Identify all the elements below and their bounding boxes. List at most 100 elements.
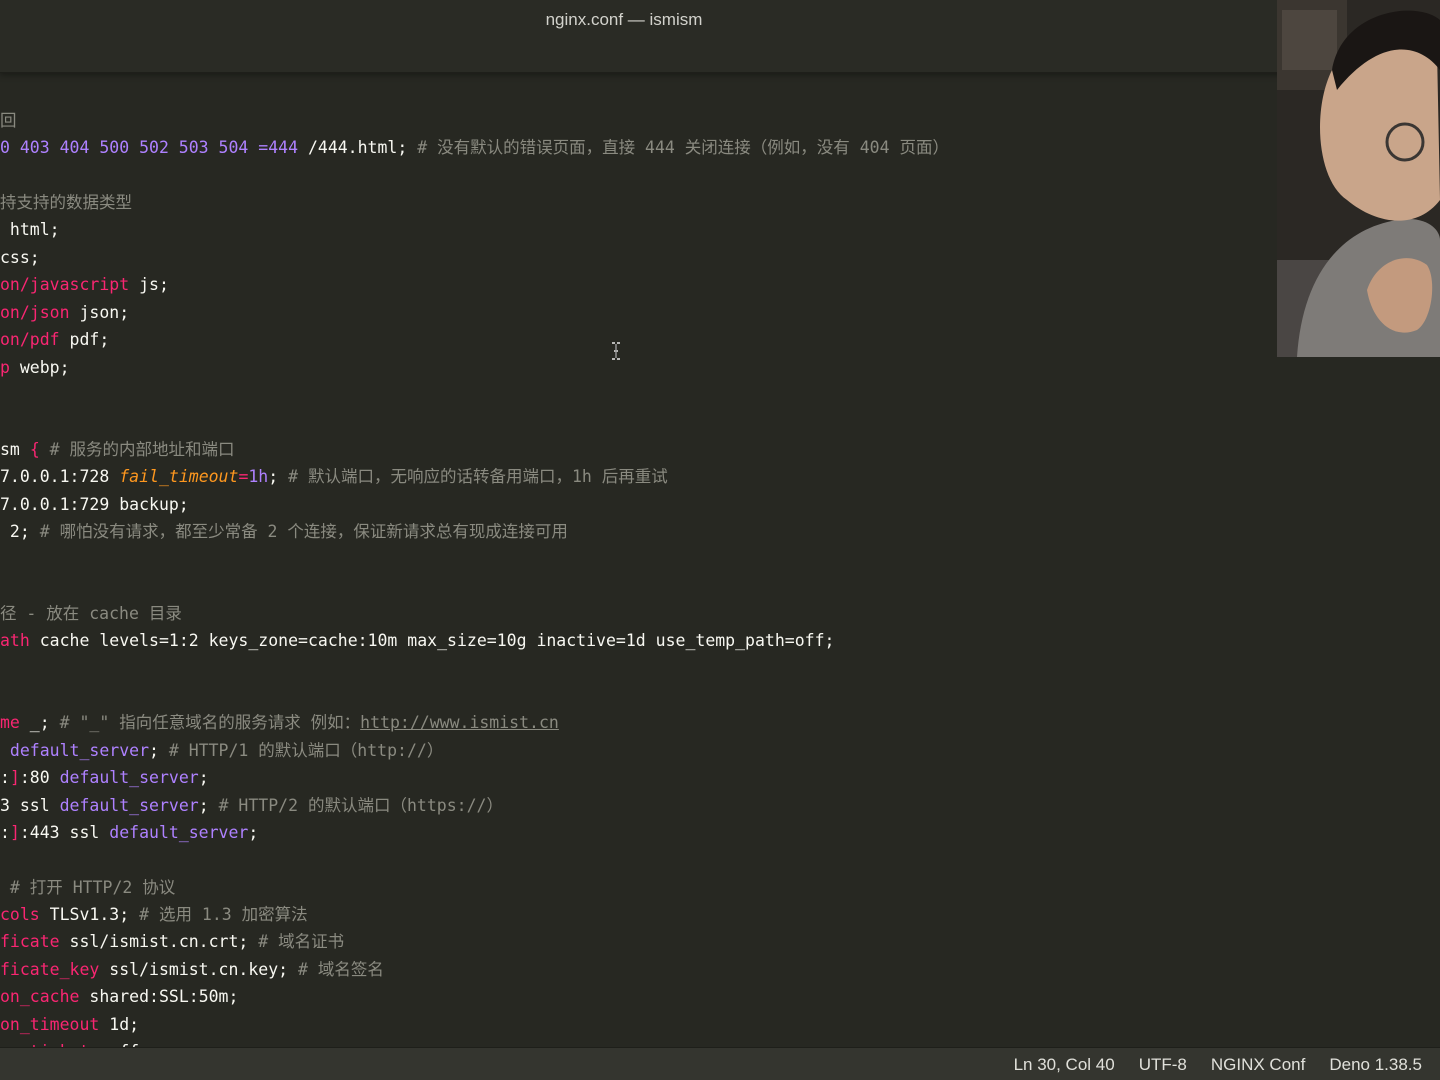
- code-token: 回: [0, 111, 17, 130]
- code-token: cols: [0, 905, 40, 924]
- code-line[interactable]: on_timeout 1d;: [0, 1011, 139, 1038]
- code-token: 2;: [0, 522, 40, 541]
- status-bar: Ln 30, Col 40 UTF-8 NGINX Conf Deno 1.38…: [0, 1047, 1440, 1080]
- file-encoding[interactable]: UTF-8: [1139, 1055, 1187, 1075]
- cursor-position[interactable]: Ln 30, Col 40: [1014, 1055, 1115, 1075]
- code-token: # 域名证书: [258, 932, 345, 951]
- code-line[interactable]: 回: [0, 107, 17, 134]
- code-line[interactable]: on/javascript js;: [0, 271, 169, 298]
- code-token: ath: [0, 631, 30, 650]
- code-line[interactable]: 3 ssl default_server; # HTTP/2 的默认端口（htt…: [0, 792, 503, 819]
- runtime-version[interactable]: Deno 1.38.5: [1329, 1055, 1422, 1075]
- code-token: # HTTP/2 的默认端口（https://）: [218, 796, 503, 815]
- code-token: p: [0, 358, 10, 377]
- code-line[interactable]: # 打开 HTTP/2 协议: [0, 874, 175, 901]
- code-token: 径 - 放在 cache 目录: [0, 604, 182, 623]
- code-token: ssl/ismist.cn.key;: [99, 960, 299, 979]
- code-token: # 哪怕没有请求，都至少常备 2 个连接，保证新请求总有现成连接可用: [39, 522, 568, 541]
- code-line[interactable]: me _; # "_" 指向任意域名的服务请求 例如：http://www.is…: [0, 709, 559, 736]
- code-line[interactable]: :]:80 default_server;: [0, 764, 209, 791]
- code-token: # HTTP/1 的默认端口（http://）: [168, 741, 444, 760]
- ibeam-cursor-icon: [611, 342, 621, 360]
- code-token: 1d;: [99, 1015, 140, 1034]
- code-token: webp;: [9, 358, 70, 377]
- code-line[interactable]: p webp;: [0, 354, 70, 381]
- code-token: 3 ssl: [0, 796, 60, 815]
- code-line[interactable]: on/json json;: [0, 299, 129, 326]
- code-token: ;: [268, 467, 289, 486]
- code-token: :80: [19, 768, 60, 787]
- code-token: default_server: [0, 741, 150, 760]
- code-token: ]: [9, 823, 20, 842]
- code-token: ficate_key: [0, 960, 100, 979]
- code-token: # 服务的内部地址和端口: [39, 440, 235, 459]
- code-token: # "_" 指向任意域名的服务请求 例如：: [59, 713, 361, 732]
- code-token: cache levels=1:2 keys_zone=cache:10m max…: [29, 631, 835, 650]
- code-editor[interactable]: 回 0 403 404 500 502 503 504 =444 /444.htm…: [0, 73, 1440, 1047]
- code-token: css;: [0, 248, 40, 267]
- code-token: # 没有默认的错误页面，直接 444 关闭连接（例如，没有 404 页面）: [417, 138, 949, 157]
- code-token: # 域名签名: [298, 960, 384, 979]
- code-token: me: [0, 713, 20, 732]
- code-token: fail_timeout: [119, 467, 239, 486]
- code-line[interactable]: css;: [0, 244, 40, 271]
- code-line[interactable]: sm { # 服务的内部地址和端口: [0, 436, 235, 463]
- code-token: :443 ssl: [19, 823, 110, 842]
- code-line[interactable]: on/pdf pdf;: [0, 326, 109, 353]
- code-token: 持支持的数据类型: [0, 193, 132, 212]
- code-line[interactable]: ath cache levels=1:2 keys_zone=cache:10m…: [0, 627, 834, 654]
- code-line[interactable]: 0 403 404 500 502 503 504 =444 /444.html…: [0, 134, 949, 161]
- code-token: on_cache: [0, 987, 80, 1006]
- code-line[interactable]: on_tickets off;: [0, 1038, 149, 1047]
- code-line[interactable]: html;: [0, 216, 60, 243]
- code-token: # 默认端口，无响应的话转备用端口，1h 后再重试: [288, 467, 668, 486]
- window-title: nginx.conf — ismism: [545, 10, 703, 29]
- code-token: _;: [19, 713, 60, 732]
- code-line[interactable]: cols TLSv1.3; # 选用 1.3 加密算法: [0, 901, 308, 928]
- code-token: :: [0, 823, 10, 842]
- code-token: ;: [198, 768, 209, 787]
- code-token: json;: [69, 303, 130, 322]
- code-token: # 选用 1.3 加密算法: [139, 905, 308, 924]
- code-line[interactable]: :]:443 ssl default_server;: [0, 819, 258, 846]
- code-token: pdf;: [59, 330, 110, 349]
- title-bar: nginx.conf — ismism: [0, 0, 1440, 73]
- code-token: 0 403 404 500 502 503 504 =444: [0, 138, 299, 157]
- code-token: default_server: [59, 796, 199, 815]
- code-token: on_timeout: [0, 1015, 100, 1034]
- webcam-overlay: [1277, 0, 1440, 357]
- code-token: html;: [0, 220, 60, 239]
- code-token: js;: [129, 275, 169, 294]
- code-token: default_server: [59, 768, 199, 787]
- code-token: on/pdf: [0, 330, 60, 349]
- code-token: on/javascript: [0, 275, 130, 294]
- code-token: ;: [198, 796, 219, 815]
- code-token: /444.html;: [298, 138, 418, 157]
- code-line[interactable]: ficate_key ssl/ismist.cn.key; # 域名签名: [0, 956, 384, 983]
- code-line[interactable]: 2; # 哪怕没有请求，都至少常备 2 个连接，保证新请求总有现成连接可用: [0, 518, 568, 545]
- code-token: ;: [149, 741, 169, 760]
- code-token: 1h: [248, 467, 269, 486]
- code-token: TLSv1.3;: [39, 905, 140, 924]
- code-line[interactable]: default_server; # HTTP/1 的默认端口（http://）: [0, 737, 443, 764]
- code-token: shared:SSL:50m;: [79, 987, 239, 1006]
- code-token: =: [238, 467, 249, 486]
- code-line[interactable]: on_cache shared:SSL:50m;: [0, 983, 238, 1010]
- code-token: ficate: [0, 932, 60, 951]
- code-line[interactable]: 持支持的数据类型: [0, 189, 132, 216]
- code-token: ;: [248, 823, 259, 842]
- code-token: {: [29, 440, 40, 459]
- code-token: # 打开 HTTP/2 协议: [0, 878, 176, 897]
- code-line[interactable]: 7.0.0.1:729 backup;: [0, 491, 189, 518]
- code-line[interactable]: 径 - 放在 cache 目录: [0, 600, 182, 627]
- code-token: 7.0.0.1:729 backup;: [0, 495, 189, 514]
- code-token: default_server: [109, 823, 249, 842]
- code-token: ]: [9, 768, 20, 787]
- code-line[interactable]: ficate ssl/ismist.cn.crt; # 域名证书: [0, 928, 344, 955]
- code-token: 7.0.0.1:728: [0, 467, 120, 486]
- code-link[interactable]: http://www.ismist.cn: [360, 713, 559, 732]
- code-token: sm: [0, 440, 30, 459]
- code-line[interactable]: 7.0.0.1:728 fail_timeout=1h; # 默认端口，无响应的…: [0, 463, 668, 490]
- code-token: on/json: [0, 303, 70, 322]
- language-mode[interactable]: NGINX Conf: [1211, 1055, 1305, 1075]
